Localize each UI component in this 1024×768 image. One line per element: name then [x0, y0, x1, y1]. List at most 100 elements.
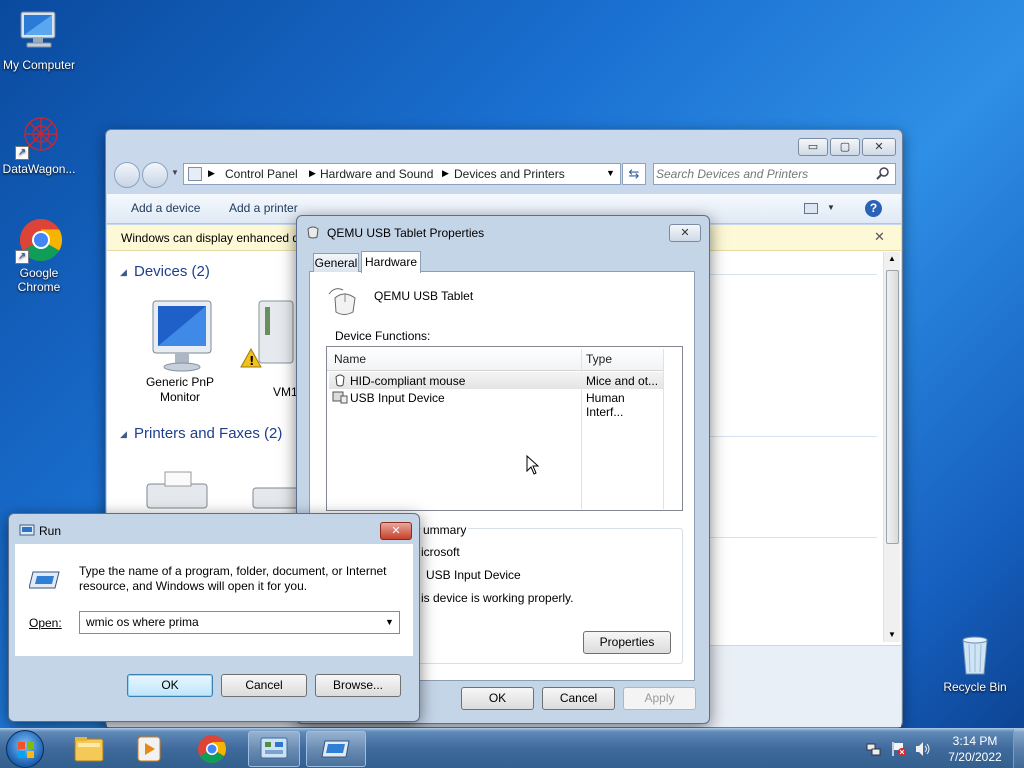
- clock[interactable]: 3:14 PM 7/20/2022: [940, 733, 1010, 765]
- devices-group-header[interactable]: Devices (2): [134, 263, 210, 280]
- recent-pages-chevron-icon[interactable]: ▼: [171, 168, 179, 177]
- run-icon: [321, 740, 350, 758]
- mouse-cursor-icon: [526, 454, 540, 478]
- start-button[interactable]: [6, 730, 44, 768]
- search-input[interactable]: [656, 165, 866, 183]
- breadcrumb-hardware-and-sound[interactable]: Hardware and Sound: [320, 164, 433, 184]
- info-bar-close-icon[interactable]: ✕: [874, 229, 885, 245]
- desktop-icon-label: My Computer: [2, 58, 76, 72]
- folder-icon: [74, 737, 104, 762]
- breadcrumb-separator-icon: ▶: [442, 168, 449, 178]
- list-header: [327, 347, 664, 371]
- open-label: Open:: [29, 616, 62, 630]
- ok-button[interactable]: OK: [461, 687, 534, 710]
- chrome-icon: [198, 735, 226, 763]
- scroll-up-icon[interactable]: ▲: [888, 254, 896, 263]
- tab-hardware[interactable]: Hardware: [361, 251, 421, 273]
- breadcrumb-separator-icon: ▶: [309, 168, 316, 178]
- device-label: VM1: [273, 385, 298, 399]
- taskbar-run[interactable]: [306, 731, 366, 767]
- breadcrumb-devices-and-printers[interactable]: Devices and Printers: [454, 164, 565, 184]
- show-desktop-button[interactable]: [1013, 729, 1024, 768]
- column-header-name[interactable]: Name: [334, 347, 366, 371]
- desktop-icon-google-chrome[interactable]: ↗ Google Chrome: [0, 216, 81, 294]
- desktop-icon-label: Google Chrome: [17, 266, 61, 294]
- shortcut-arrow-icon: ↗: [15, 146, 29, 160]
- open-input[interactable]: wmic os where prima: [86, 615, 199, 629]
- vertical-scrollbar[interactable]: ▲ ▼: [883, 252, 900, 642]
- collapse-printers-icon[interactable]: ◢: [120, 429, 127, 440]
- change-view-icon[interactable]: [804, 203, 818, 214]
- mouse-title-icon: [305, 225, 321, 242]
- tab-general-label: General: [314, 256, 358, 270]
- control-panel-icon: [188, 167, 202, 181]
- datawagon-icon: ↗: [15, 112, 63, 160]
- fax-printer-icon[interactable]: [137, 470, 217, 513]
- list-row-hid-mouse[interactable]: HID-compliant mouse Mice and ot...: [329, 372, 663, 389]
- open-combobox[interactable]: wmic os where prima ▼: [79, 611, 400, 634]
- row-type: Human Interf...: [586, 391, 625, 419]
- network-icon[interactable]: [866, 741, 882, 760]
- breadcrumb-control-panel[interactable]: Control Panel: [225, 164, 298, 184]
- taskbar-control-panel[interactable]: [248, 731, 300, 767]
- add-device-button[interactable]: Add a device: [131, 194, 200, 222]
- run-body: [15, 544, 413, 656]
- device-functions-list[interactable]: Name Type HID-compliant mouse Mice and o…: [326, 346, 683, 511]
- desktop-icon-label: Recycle Bin: [943, 680, 1007, 694]
- properties-button[interactable]: Properties: [583, 631, 671, 654]
- column-header-type[interactable]: Type: [586, 347, 612, 371]
- run-browse-button[interactable]: Browse...: [315, 674, 401, 697]
- taskbar-explorer[interactable]: [66, 731, 112, 767]
- desktop-icon-label: DataWagon...: [2, 162, 76, 176]
- action-center-flag-icon[interactable]: [891, 741, 907, 760]
- info-bar-text: Windows can display enhanced d: [121, 231, 300, 245]
- address-dropdown-icon[interactable]: ▼: [606, 168, 615, 178]
- taskbar-chrome[interactable]: [189, 731, 235, 767]
- taskbar-media-player[interactable]: [126, 731, 172, 767]
- search-box[interactable]: [653, 163, 896, 185]
- help-icon[interactable]: ?: [865, 200, 882, 217]
- scroll-down-icon[interactable]: ▼: [888, 630, 896, 639]
- view-dropdown-icon[interactable]: ▼: [827, 203, 835, 212]
- run-ok-button[interactable]: OK: [127, 674, 213, 697]
- address-bar[interactable]: ▶ Control Panel ▶ Hardware and Sound ▶ D…: [183, 163, 621, 185]
- add-printer-button[interactable]: Add a printer: [229, 194, 298, 222]
- cancel-button[interactable]: Cancel: [542, 687, 615, 710]
- run-title-icon: [19, 523, 35, 540]
- maximize-button[interactable]: ▢: [830, 138, 860, 156]
- list-row-usb-input[interactable]: USB Input Device Human Interf...: [329, 389, 663, 419]
- control-panel-icon: [260, 737, 288, 759]
- device-label: Generic PnP Monitor: [145, 375, 215, 404]
- row-type: Mice and ot...: [586, 374, 659, 388]
- refresh-button[interactable]: ⇆: [622, 163, 646, 185]
- desktop-icon-my-computer[interactable]: My Computer: [0, 8, 81, 72]
- tab-general[interactable]: General: [313, 253, 359, 272]
- chrome-icon: ↗: [15, 216, 63, 264]
- run-description: Type the name of a program, folder, docu…: [79, 564, 387, 593]
- mouse-small-icon: [334, 373, 346, 390]
- device-generic-pnp-monitor[interactable]: Generic PnP Monitor: [135, 295, 225, 405]
- breadcrumb-separator-icon: ▶: [208, 168, 215, 178]
- apply-button[interactable]: Apply: [623, 687, 696, 710]
- dialog-close-button[interactable]: ✕: [669, 224, 701, 242]
- group-divider: [707, 537, 877, 538]
- run-close-button[interactable]: ✕: [380, 522, 412, 540]
- forward-button[interactable]: [142, 162, 168, 188]
- desktop-icon-recycle-bin[interactable]: Recycle Bin: [933, 630, 1017, 694]
- printers-group-header[interactable]: Printers and Faxes (2): [134, 425, 282, 442]
- desktop-icon-datawagon[interactable]: ↗ DataWagon...: [0, 112, 81, 176]
- volume-icon[interactable]: [914, 741, 932, 760]
- summary-manufacturer: icrosoft: [421, 545, 460, 559]
- run-cancel-button[interactable]: Cancel: [221, 674, 307, 697]
- scrollbar-thumb[interactable]: [886, 270, 899, 544]
- row-name: HID-compliant mouse: [350, 374, 466, 388]
- open-dropdown-icon[interactable]: ▼: [385, 617, 394, 627]
- clock-time: 3:14 PM: [952, 734, 998, 748]
- collapse-devices-icon[interactable]: ◢: [120, 267, 127, 278]
- minimize-button[interactable]: ▭: [798, 138, 828, 156]
- run-program-icon: [28, 568, 61, 595]
- device-name: QEMU USB Tablet: [374, 289, 474, 303]
- shortcut-arrow-icon: ↗: [15, 250, 29, 264]
- close-button[interactable]: ✕: [862, 138, 896, 156]
- back-button[interactable]: [114, 162, 140, 188]
